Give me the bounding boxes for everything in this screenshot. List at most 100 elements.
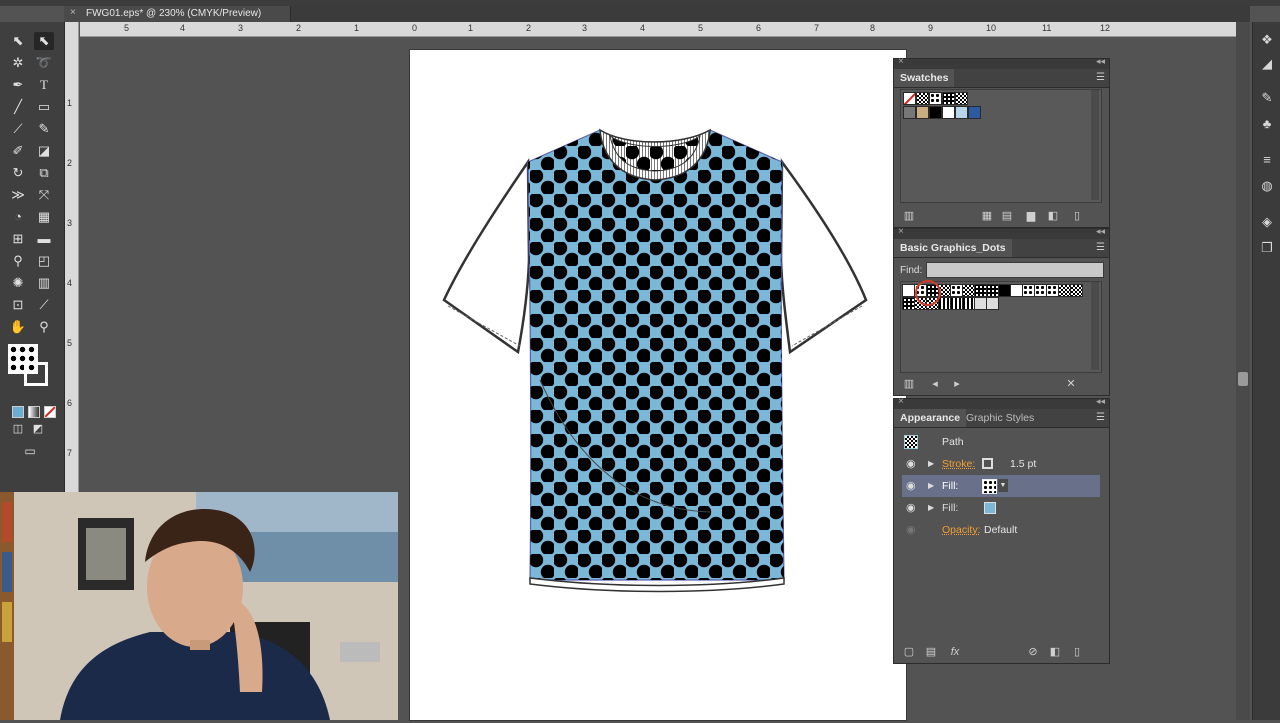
brushes-icon[interactable]: ✎ (1259, 90, 1275, 106)
blend-tool-icon[interactable]: ◰ (34, 252, 54, 270)
shaper-tool-icon[interactable]: ✐ (8, 142, 28, 160)
panel-collapse-icon[interactable]: ◂◂ (1096, 56, 1105, 67)
mesh-tool-icon[interactable]: ⊞ (8, 230, 28, 248)
panel-close-icon[interactable]: × (898, 56, 904, 67)
none-mode-icon[interactable] (44, 406, 56, 418)
gradient-mode-icon[interactable] (28, 406, 40, 418)
artboard[interactable] (410, 50, 906, 720)
perspective-grid-tool-icon[interactable]: ▦ (34, 208, 54, 226)
paintbrush-tool-icon[interactable]: ⟋ (8, 120, 28, 138)
artboards-icon[interactable]: ❐ (1259, 240, 1275, 256)
rectangle-tool-icon[interactable]: ▭ (34, 98, 54, 116)
panel-collapse-icon[interactable]: ◂◂ (1096, 396, 1105, 407)
add-new-fill-icon[interactable]: ▤ (924, 645, 938, 659)
swatch-color[interactable] (968, 106, 981, 119)
hand-tool-icon[interactable]: ✋ (8, 318, 28, 336)
fill-label[interactable]: Fill: (942, 497, 958, 519)
gradient-panel-icon[interactable]: ◢ (1259, 56, 1275, 72)
expand-triangle-icon[interactable]: ▶ (928, 453, 934, 475)
library-close-icon[interactable]: ✕ (1064, 377, 1078, 391)
add-new-stroke-icon[interactable]: ▢ (902, 645, 916, 659)
pathfinder-icon[interactable]: ◍ (1259, 178, 1275, 194)
swatch-color[interactable] (942, 106, 955, 119)
panel-close-icon[interactable]: × (898, 226, 904, 237)
swatch-folder[interactable] (903, 106, 916, 119)
pen-tool-icon[interactable]: ✒ (8, 76, 28, 94)
tab-graphic-styles[interactable]: Graphic Styles (960, 409, 1040, 427)
visibility-eye-icon[interactable]: ◉ (906, 519, 916, 541)
swatch-color[interactable] (929, 106, 942, 119)
canvas-vertical-scrollbar[interactable] (1236, 22, 1250, 720)
find-input[interactable] (926, 262, 1104, 278)
eraser-tool-icon[interactable]: ◪ (34, 142, 54, 160)
swatch-pattern[interactable] (955, 92, 968, 105)
add-new-effect-icon[interactable]: fx (948, 645, 962, 659)
tab-basic-graphics-dots[interactable]: Basic Graphics_Dots (894, 239, 1012, 257)
layers-icon[interactable]: ◈ (1259, 214, 1275, 230)
show-swatch-kinds-icon[interactable]: ▦ (980, 209, 994, 223)
artboard-tool-icon[interactable]: ⊡ (8, 296, 28, 314)
swatch-pattern[interactable] (929, 92, 942, 105)
pattern-swatch[interactable] (986, 297, 999, 310)
selection-tool-icon[interactable]: ⬉ (8, 32, 28, 50)
horizontal-ruler[interactable]: 5 4 3 2 1 0 1 2 3 4 5 6 7 8 9 10 11 12 (80, 22, 1250, 37)
panel-collapse-icon[interactable]: ◂◂ (1096, 226, 1105, 237)
symbols-icon[interactable]: ♣ (1259, 116, 1275, 132)
fill-dropdown-icon[interactable]: ▼ (998, 479, 1008, 492)
swatch-libraries-icon[interactable]: ▥ (902, 209, 916, 223)
appearance-row-stroke[interactable]: ◉ ▶ Stroke: 1.5 pt (902, 453, 1100, 475)
swatch-pattern[interactable] (942, 92, 955, 105)
draw-mode-icon[interactable]: ◫ (8, 420, 28, 438)
library-menu-icon[interactable]: ▥ (902, 377, 916, 391)
color-mode-icon[interactable] (12, 406, 24, 418)
delete-item-icon[interactable]: ▯ (1070, 645, 1084, 659)
tshirt-artwork[interactable] (410, 50, 906, 720)
appearance-row-opacity[interactable]: ◉ Opacity: Default (902, 519, 1100, 541)
next-library-icon[interactable]: ▸ (950, 377, 964, 391)
scrollbar-thumb[interactable] (1238, 372, 1248, 386)
direct-selection-tool-icon[interactable]: ⬉ (34, 32, 54, 50)
pattern-swatch[interactable] (1070, 284, 1083, 297)
fill-pattern-swatch[interactable] (982, 479, 997, 494)
expand-triangle-icon[interactable]: ▶ (928, 497, 934, 519)
color-guide-icon[interactable]: ❖ (1259, 32, 1275, 48)
new-color-group-icon[interactable]: ▆ (1024, 209, 1038, 223)
shape-builder-tool-icon[interactable]: ◔ (8, 208, 28, 226)
swatch-color[interactable] (955, 106, 968, 119)
stroke-color-swatch[interactable] (982, 458, 993, 469)
visibility-eye-icon[interactable]: ◉ (906, 453, 916, 475)
previous-library-icon[interactable]: ◂ (928, 377, 942, 391)
free-transform-tool-icon[interactable]: ⤧ (34, 186, 54, 204)
zoom-tool-icon[interactable]: ⚲ (34, 318, 54, 336)
close-tab-icon[interactable]: × (70, 7, 76, 18)
document-tab[interactable]: × FWG01.eps* @ 230% (CMYK/Preview) (64, 6, 291, 22)
screen-mode-icon[interactable]: ▭ (20, 442, 40, 460)
swatch-color[interactable] (916, 106, 929, 119)
swatch-options-icon[interactable]: ▤ (1000, 209, 1014, 223)
pencil-tool-icon[interactable]: ✎ (34, 120, 54, 138)
panel-menu-icon[interactable]: ☰ (1096, 242, 1105, 253)
symbol-sprayer-tool-icon[interactable]: ✺ (8, 274, 28, 292)
vertical-ruler[interactable]: 1 2 3 4 5 6 7 (64, 22, 79, 492)
line-tool-icon[interactable]: ╱ (8, 98, 28, 116)
swatch-none[interactable] (903, 92, 916, 105)
align-icon[interactable]: ≡ (1259, 152, 1275, 168)
delete-swatch-icon[interactable]: ▯ (1070, 209, 1084, 223)
column-graph-tool-icon[interactable]: ▥ (34, 274, 54, 292)
rotate-tool-icon[interactable]: ↻ (8, 164, 28, 182)
tab-swatches[interactable]: Swatches (894, 69, 954, 87)
panel-menu-icon[interactable]: ☰ (1096, 412, 1105, 423)
slice-tool-icon[interactable]: ⟋ (34, 296, 54, 314)
stroke-swatch[interactable] (24, 362, 48, 386)
lasso-tool-icon[interactable]: ➰ (34, 54, 54, 72)
scale-tool-icon[interactable]: ⧉ (34, 164, 54, 182)
swatches-scrollbar[interactable] (1091, 90, 1099, 200)
eyedropper-tool-icon[interactable]: ⚲ (8, 252, 28, 270)
clear-appearance-icon[interactable]: ⊘ (1026, 645, 1040, 659)
type-tool-icon[interactable]: T (34, 76, 54, 94)
magic-wand-tool-icon[interactable]: ✲ (8, 54, 28, 72)
fill-color-swatch[interactable] (984, 502, 996, 514)
swatch-registration[interactable] (916, 92, 929, 105)
gradient-tool-icon[interactable]: ▬ (34, 230, 54, 248)
opacity-value[interactable]: Default (984, 519, 1017, 541)
